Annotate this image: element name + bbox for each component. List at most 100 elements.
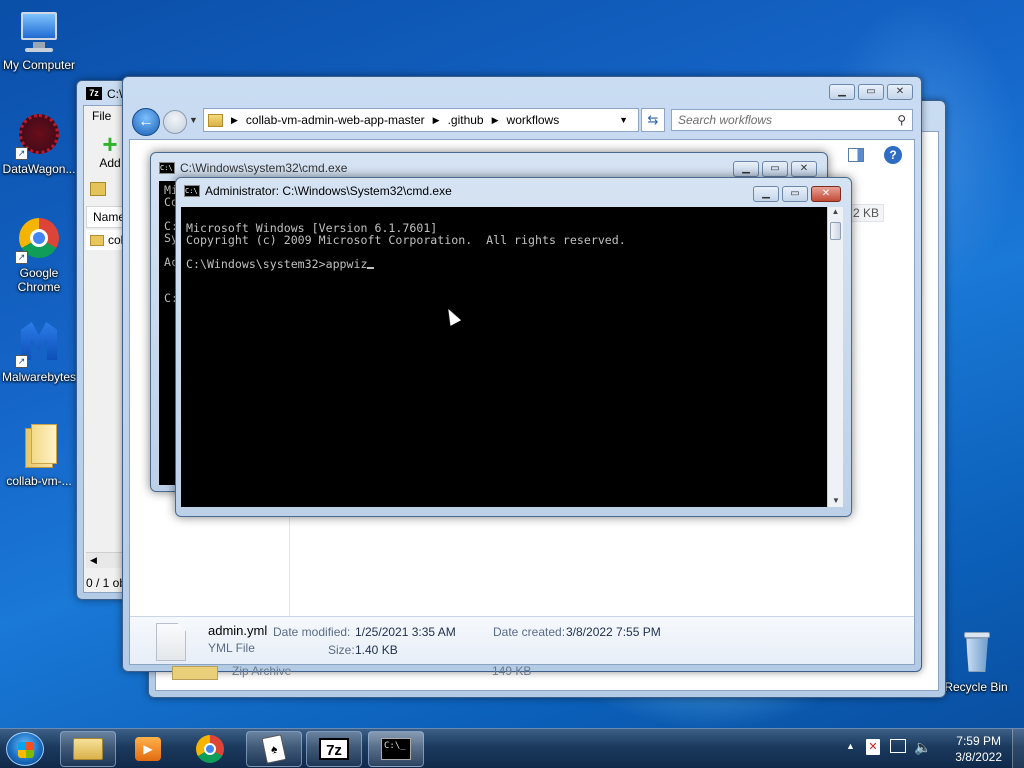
size-fragment: 2 KB [848, 204, 885, 222]
console-prompt: C:\Windows\system32>appwiz [186, 257, 368, 271]
cmd-window-admin[interactable]: C:\ Administrator: C:\Windows\System32\c… [175, 177, 852, 517]
list-item[interactable]: Zip Archive 149 KB [172, 664, 612, 680]
taskbar-clock[interactable]: 7:59 PM 3/8/2022 [955, 733, 1002, 765]
cmd-admin-console[interactable]: Microsoft Windows [Version 6.1.7601] Copy… [181, 207, 827, 507]
desktop-icon-label: collab-vm-... [6, 474, 72, 488]
breadcrumb-item[interactable]: workflows [507, 113, 560, 127]
chevron-right-icon: ▶ [491, 114, 499, 125]
cmd-back-titlebar: C:\ C:\Windows\system32\cmd.exe [159, 161, 347, 175]
cmd-admin-titlebar: C:\ Administrator: C:\Windows\System32\c… [184, 184, 452, 198]
scroll-down-icon[interactable]: ▼ [828, 496, 844, 505]
preview-pane-icon[interactable] [848, 148, 864, 162]
desktop-icon-label: Malwarebytes [1, 370, 77, 384]
minimize-button[interactable]: ▁ [733, 161, 759, 177]
cards-icon: ♠ [261, 734, 287, 764]
sevenzip-icon: 7z [319, 738, 349, 760]
details-created-label: Date created: [493, 625, 566, 639]
maximize-button[interactable]: ▭ [858, 84, 884, 100]
show-desktop-button[interactable] [1012, 729, 1024, 768]
breadcrumb-item[interactable]: .github [448, 113, 484, 127]
shortcut-arrow-icon: ↗ [15, 355, 28, 368]
recent-pages-icon[interactable]: ▼ [189, 115, 198, 125]
details-size-label: Size: [328, 643, 355, 657]
desktop-icon-collab-folder[interactable]: collab-vm-... [1, 424, 77, 488]
maximize-button[interactable]: ▭ [762, 161, 788, 177]
details-modified-label: Date modified: [273, 625, 351, 639]
back-button[interactable]: ← [132, 108, 160, 136]
menu-file[interactable]: File [92, 109, 111, 123]
vertical-scrollbar[interactable]: ▲ ▼ [827, 207, 843, 507]
cmd-back-caption-buttons: ▁ ▭ ✕ [733, 161, 817, 177]
maximize-button[interactable]: ▭ [782, 186, 808, 202]
details-filename: admin.yml [208, 623, 268, 638]
taskbar-solitaire[interactable]: ♠ [246, 731, 302, 767]
cmd-icon: C:\_ [381, 738, 411, 760]
taskbar-chrome[interactable] [182, 731, 238, 767]
media-player-icon: ▶ [135, 737, 161, 761]
desktop-icon-recycle-bin[interactable]: Recycle Bin [938, 630, 1014, 694]
cmd-icon: C:\ [159, 162, 175, 174]
network-icon[interactable] [890, 739, 906, 753]
taskbar-explorer[interactable] [60, 731, 116, 767]
desktop-icon-datawagon[interactable]: ↗ DataWagon... [1, 112, 77, 176]
refresh-button[interactable]: ⇆ [641, 108, 665, 132]
desktop-icon-label: My Computer [2, 58, 76, 72]
malwarebytes-icon: ↗ [15, 320, 63, 368]
breadcrumb-item[interactable]: collab-vm-admin-web-app-master [246, 113, 425, 127]
details-size-value: 1.40 KB [355, 643, 398, 657]
scroll-up-icon[interactable]: ▲ [828, 207, 843, 216]
folder-icon [208, 113, 223, 127]
folder-icon [73, 738, 103, 760]
explorer-caption-buttons: ▁ ▭ ✕ [829, 84, 913, 100]
search-icon: ⚲ [897, 113, 906, 127]
details-pane: admin.yml YML File Date modified: 1/25/2… [130, 616, 914, 664]
details-modified-value: 1/25/2021 3:35 AM [355, 625, 456, 639]
clock-time: 7:59 PM [956, 734, 1001, 748]
chevron-down-icon[interactable]: ▼ [619, 115, 628, 125]
desktop-icon-my-computer[interactable]: My Computer [1, 8, 77, 72]
status-bar: 0 / 1 ob [86, 576, 127, 590]
chrome-icon [196, 735, 224, 763]
desktop-icon-label: Recycle Bin [944, 680, 1008, 694]
datawagon-icon: ↗ [15, 112, 63, 160]
shortcut-arrow-icon: ↗ [15, 147, 28, 160]
recycle-bin-icon [952, 630, 1000, 678]
chrome-icon: ↗ [15, 216, 63, 264]
text-cursor [367, 267, 375, 269]
cmd-icon: C:\ [184, 185, 200, 197]
file-type: Zip Archive [232, 664, 292, 678]
desktop-icon-label: DataWagon... [2, 162, 76, 176]
close-button[interactable]: ✕ [887, 84, 913, 100]
minimize-button[interactable]: ▁ [753, 186, 779, 202]
computer-icon [15, 8, 63, 56]
show-hidden-icons[interactable]: ▲ [846, 741, 855, 751]
desktop-icon-malwarebytes[interactable]: ↗ Malwarebytes [1, 320, 77, 384]
sevenzip-title-icon: 7z [86, 87, 102, 100]
folder-icon [90, 234, 104, 246]
address-bar[interactable]: ▶ collab-vm-admin-web-app-master ▶ .gith… [203, 108, 639, 132]
search-input[interactable]: Search workflows ⚲ [671, 109, 913, 131]
shortcut-arrow-icon: ↗ [15, 251, 28, 264]
volume-icon[interactable]: 🔈 [914, 739, 931, 756]
file-size: 149 KB [492, 664, 532, 678]
close-button[interactable]: ✕ [811, 186, 841, 202]
desktop-icon-label: Google Chrome [17, 266, 61, 294]
help-icon[interactable]: ? [884, 146, 902, 164]
scroll-thumb[interactable] [830, 222, 841, 240]
zip-folder-icon [172, 666, 218, 680]
clock-date: 3/8/2022 [955, 750, 1002, 764]
start-button[interactable] [6, 732, 44, 766]
minimize-button[interactable]: ▁ [829, 84, 855, 100]
action-center-icon[interactable]: ✕ [866, 739, 880, 755]
taskbar-7zip[interactable]: 7z [306, 731, 362, 767]
up-folder-icon[interactable] [90, 182, 106, 196]
forward-button[interactable] [163, 110, 187, 134]
cmd-back-title: C:\Windows\system32\cmd.exe [180, 161, 348, 175]
console-prompt-line: C:\Windows\system32>appwiz [186, 258, 822, 270]
details-created-value: 3/8/2022 7:55 PM [566, 625, 661, 639]
close-button[interactable]: ✕ [791, 161, 817, 177]
file-icon [156, 623, 186, 661]
taskbar-media-player[interactable]: ▶ [120, 731, 176, 767]
desktop-icon-google-chrome[interactable]: ↗ Google Chrome [1, 216, 77, 294]
taskbar-cmd[interactable]: C:\_ [368, 731, 424, 767]
